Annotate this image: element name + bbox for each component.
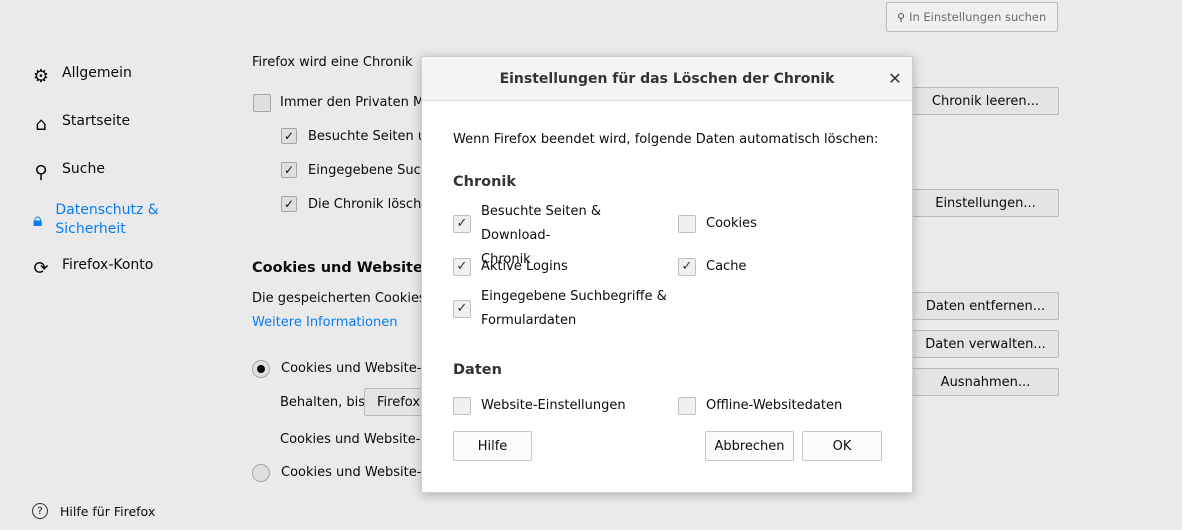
offline-data-option[interactable]: Offline-Websitedaten	[678, 394, 842, 418]
form-line1: Eingegebene Suchbegriffe &	[481, 289, 667, 304]
history-section-heading: Chronik	[453, 174, 517, 190]
checkbox-checked[interactable]: ✓	[453, 258, 471, 276]
dialog-intro: Wenn Firefox beendet wird, folgende Date…	[453, 132, 879, 147]
form-data-option[interactable]: ✓ Eingegebene Suchbegriffe & Formulardat…	[453, 285, 673, 333]
dialog-title: Einstellungen für das Löschen der Chroni…	[499, 70, 835, 87]
form-data-option-label: Eingegebene Suchbegriffe & Formulardaten	[481, 285, 667, 333]
site-settings-option-label: Website-Einstellungen	[481, 398, 626, 413]
checkbox-unchecked[interactable]	[678, 215, 696, 233]
cookies-option[interactable]: Cookies	[678, 212, 757, 236]
visited-line1: Besuchte Seiten & Download-	[481, 204, 602, 243]
ok-button[interactable]: OK	[802, 431, 882, 461]
site-settings-option[interactable]: Website-Einstellungen	[453, 394, 626, 418]
cache-option-label: Cache	[706, 259, 747, 274]
form-line2: Formulardaten	[481, 313, 577, 328]
cache-option[interactable]: ✓ Cache	[678, 255, 746, 279]
offline-data-option-label: Offline-Websitedaten	[706, 398, 843, 413]
cookies-option-label: Cookies	[706, 216, 757, 231]
checkbox-unchecked[interactable]	[678, 397, 696, 415]
clear-history-settings-dialog: Einstellungen für das Löschen der Chroni…	[421, 56, 913, 493]
logins-option-label: Aktive Logins	[481, 259, 568, 274]
checkbox-checked[interactable]: ✓	[453, 215, 471, 233]
dialog-header: Einstellungen für das Löschen der Chroni…	[422, 57, 912, 101]
checkbox-checked[interactable]: ✓	[678, 258, 696, 276]
cancel-button[interactable]: Abbrechen	[705, 431, 794, 461]
checkbox-unchecked[interactable]	[453, 397, 471, 415]
data-section-heading: Daten	[453, 362, 502, 378]
close-icon[interactable]: ✕	[886, 69, 904, 88]
checkbox-checked[interactable]: ✓	[453, 300, 471, 318]
help-button[interactable]: Hilfe	[453, 431, 532, 461]
logins-option[interactable]: ✓ Aktive Logins	[453, 255, 568, 279]
